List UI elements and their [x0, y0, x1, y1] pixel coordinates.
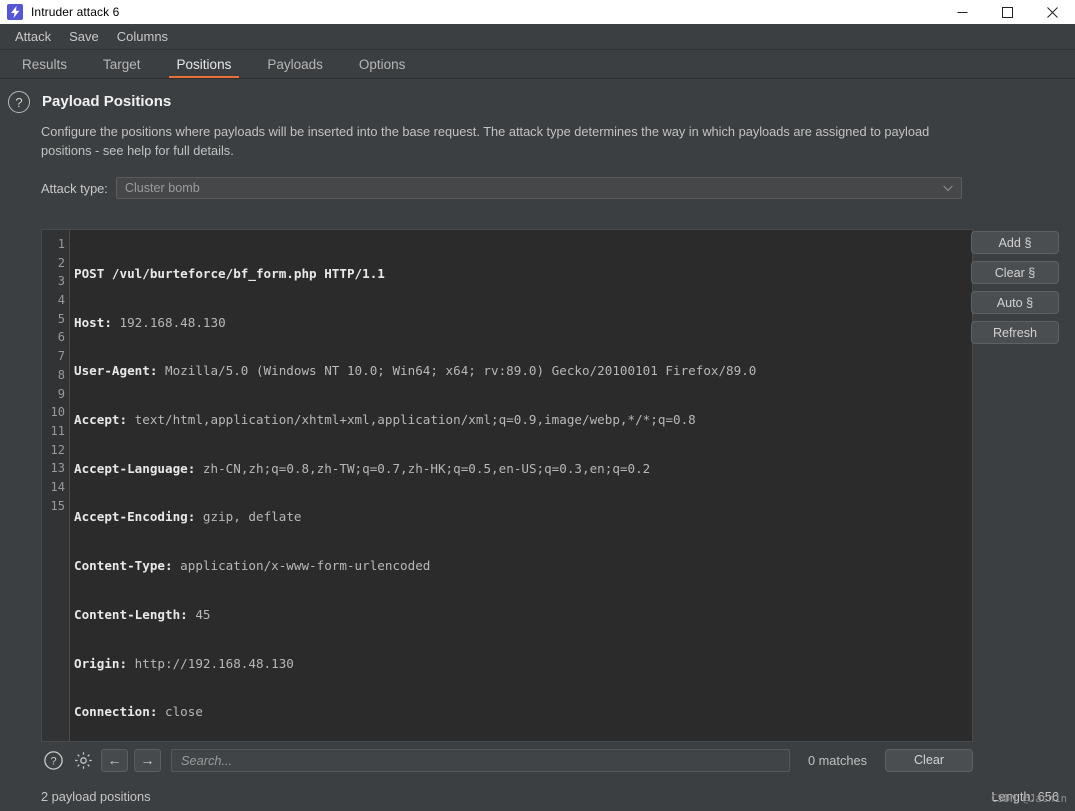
request-line-value: Mozilla/5.0 (Windows NT 10.0; Win64; x64…: [157, 363, 757, 379]
line-number: 6: [57, 330, 65, 345]
line-number: 13: [50, 461, 65, 476]
section-header: ? Payload Positions: [0, 79, 1075, 114]
search-bar: ? ← → Search... 0 matches Clear: [41, 747, 973, 773]
request-line: User-Agent: Mozilla/5.0 (Windows NT 10.0…: [74, 362, 972, 381]
window-title: Intruder attack 6: [31, 5, 120, 19]
menu-bar: Attack Save Columns: [0, 24, 1075, 50]
request-line: Host: 192.168.48.130: [74, 314, 972, 333]
tab-target[interactable]: Target: [85, 50, 159, 78]
add-payload-marker-button[interactable]: Add §: [971, 231, 1059, 254]
line-number: 9: [57, 386, 65, 401]
request-line-header: User-Agent:: [74, 363, 158, 379]
line-number: 7: [57, 349, 65, 364]
request-line: Connection: close: [74, 703, 972, 722]
search-input[interactable]: Search...: [171, 748, 790, 772]
refresh-button[interactable]: Refresh: [971, 321, 1059, 344]
svg-text:?: ?: [50, 755, 56, 767]
chevron-down-icon: [943, 181, 953, 195]
request-line-header: POST /vul/burteforce/bf_form.php HTTP/1.…: [74, 266, 385, 281]
line-number: 10: [50, 405, 65, 420]
request-line-header: Content-Type:: [74, 558, 173, 574]
request-line-value: 45: [187, 606, 211, 622]
attack-type-select[interactable]: Cluster bomb: [115, 177, 962, 199]
tab-bar: Results Target Positions Payloads Option…: [0, 50, 1075, 79]
title-bar: Intruder attack 6: [0, 0, 1075, 24]
position-buttons: Add § Clear § Auto § Refresh: [971, 231, 1059, 344]
search-prev-button[interactable]: ←: [101, 748, 128, 772]
request-line-header: Content-Length:: [74, 606, 188, 622]
attack-type-label: Attack type:: [41, 180, 108, 196]
line-number: 5: [57, 311, 65, 326]
request-line-value: gzip, deflate: [195, 509, 302, 525]
attack-type-row: Attack type: Cluster bomb: [41, 177, 1075, 199]
request-line-header: Host:: [74, 314, 112, 330]
request-line: Content-Type: application/x-www-form-url…: [74, 557, 972, 576]
request-line-value: http://192.168.48.130: [127, 655, 294, 671]
help-icon[interactable]: ?: [41, 748, 65, 772]
close-button[interactable]: [1030, 0, 1075, 24]
auto-payload-marker-button[interactable]: Auto §: [971, 291, 1059, 314]
tab-options[interactable]: Options: [341, 50, 424, 78]
line-number: 3: [57, 274, 65, 289]
status-bar: 2 payload positions Length: 656: [0, 781, 1075, 811]
attack-type-value: Cluster bomb: [124, 181, 200, 195]
maximize-button[interactable]: [985, 0, 1030, 24]
payload-positions-count: 2 payload positions: [41, 788, 151, 804]
line-number: 12: [50, 442, 65, 457]
positions-panel: ? Payload Positions Configure the positi…: [0, 79, 1075, 811]
line-number: 14: [50, 479, 65, 494]
request-line-header: Accept-Encoding:: [74, 509, 196, 525]
menu-item-columns[interactable]: Columns: [108, 26, 177, 47]
request-line-value: 192.168.48.130: [111, 314, 226, 330]
request-line: POST /vul/burteforce/bf_form.php HTTP/1.…: [74, 265, 972, 284]
line-number: 15: [50, 498, 65, 513]
request-line-value: application/x-www-form-urlencoded: [172, 558, 431, 574]
help-icon[interactable]: ?: [8, 91, 30, 113]
request-line: Accept-Encoding: gzip, deflate: [74, 508, 972, 527]
menu-item-save[interactable]: Save: [60, 26, 108, 47]
request-line-header: Accept-Language:: [74, 460, 196, 476]
request-line: Content-Length: 45: [74, 606, 972, 625]
request-line: Origin: http://192.168.48.130: [74, 655, 972, 674]
line-number: 8: [57, 367, 65, 382]
request-line-header: Connection:: [74, 704, 158, 720]
request-line: Accept-Language: zh-CN,zh;q=0.8,zh-TW;q=…: [74, 460, 972, 479]
search-matches-count: 0 matches: [807, 752, 867, 768]
tab-positions[interactable]: Positions: [159, 50, 250, 78]
request-line-value: close: [157, 704, 203, 720]
request-line: Accept: text/html,application/xhtml+xml,…: [74, 411, 972, 430]
burp-lightning-icon: [7, 4, 23, 20]
tab-payloads[interactable]: Payloads: [249, 50, 341, 78]
gear-icon[interactable]: [71, 748, 95, 772]
request-line-header: Origin:: [74, 655, 128, 671]
section-description: Configure the positions where payloads w…: [41, 124, 930, 158]
request-editor[interactable]: 1 2 3 4 5 6 7 8 9 10 11 12 13 14 15 POST…: [41, 229, 973, 742]
page-title: Payload Positions: [42, 93, 172, 110]
request-line-value: zh-CN,zh;q=0.8,zh-TW;q=0.7,zh-HK;q=0.5,e…: [195, 460, 651, 476]
tab-results[interactable]: Results: [4, 50, 85, 78]
request-line-header: Accept:: [74, 412, 128, 428]
line-number-gutter: 1 2 3 4 5 6 7 8 9 10 11 12 13 14 15: [42, 230, 70, 741]
minimize-button[interactable]: [940, 0, 985, 24]
window-controls: [940, 0, 1075, 24]
line-number: 4: [57, 293, 65, 308]
watermark: CSDN @Jach1n: [991, 793, 1067, 805]
clear-payload-marker-button[interactable]: Clear §: [971, 261, 1059, 284]
line-number: 2: [57, 255, 65, 270]
request-text[interactable]: POST /vul/burteforce/bf_form.php HTTP/1.…: [70, 230, 972, 741]
line-number: 1: [57, 237, 65, 251]
request-line-value: text/html,application/xhtml+xml,applicat…: [127, 412, 696, 428]
clear-search-button[interactable]: Clear: [885, 748, 973, 772]
menu-item-attack[interactable]: Attack: [6, 26, 60, 47]
search-next-button[interactable]: →: [134, 748, 161, 772]
search-placeholder: Search...: [181, 752, 233, 768]
line-number: 11: [50, 423, 65, 438]
